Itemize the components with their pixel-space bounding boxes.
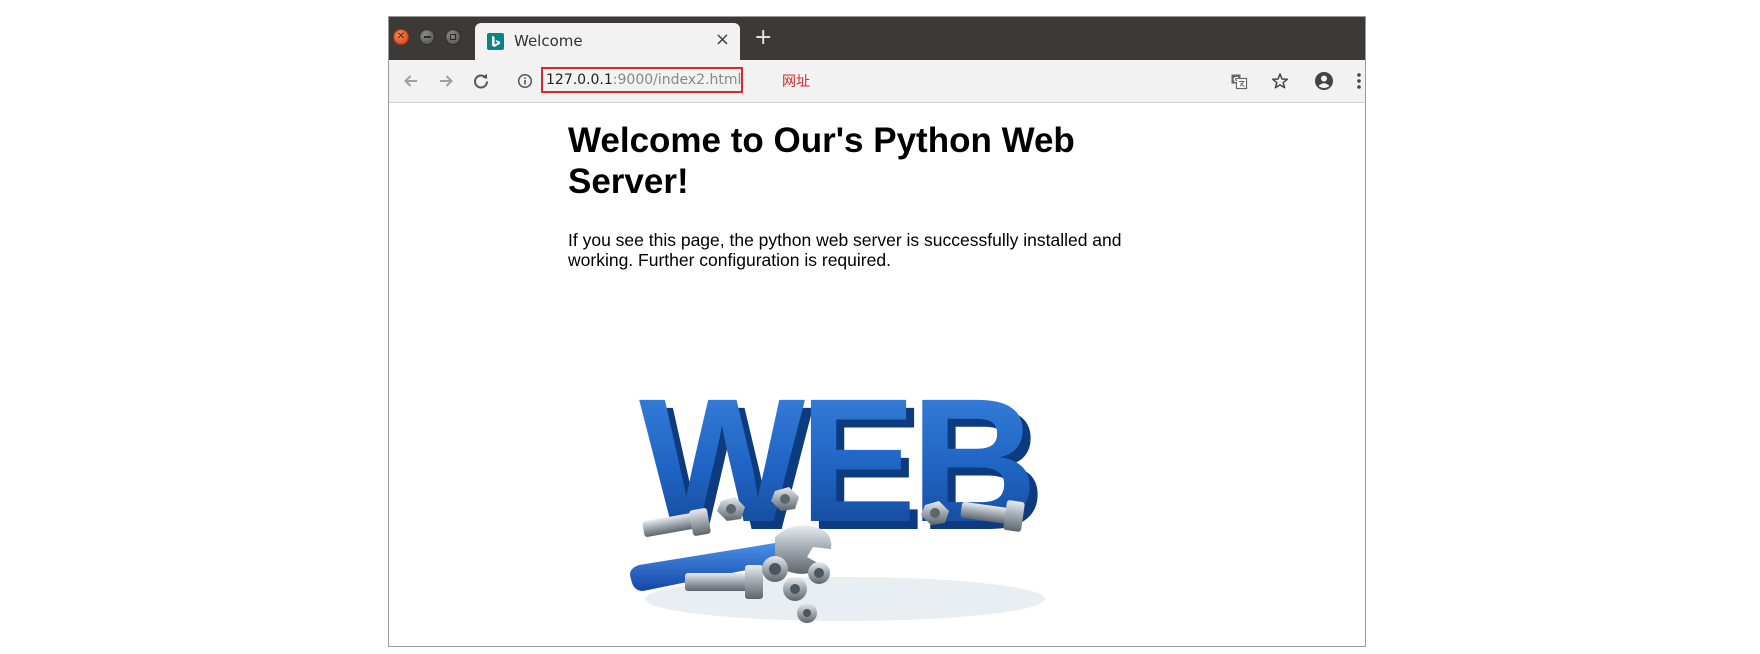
window-minimize-icon[interactable] (419, 29, 435, 45)
new-tab-button[interactable]: + (754, 27, 772, 49)
reload-icon[interactable] (471, 71, 491, 91)
account-icon[interactable] (1314, 71, 1334, 91)
title-bar: ✕ Welcome × + (389, 17, 1365, 60)
window-maximize-icon[interactable] (445, 29, 461, 45)
arrow-left-icon[interactable] (401, 71, 421, 91)
url-host: 127.0.0.1 (546, 72, 613, 88)
tab-title: Welcome (514, 32, 583, 50)
tab-welcome[interactable]: Welcome × (475, 23, 740, 60)
translate-icon[interactable]: G (1229, 71, 1249, 91)
page-content: Welcome to Our's Python Web Server! If y… (389, 103, 1365, 646)
browser-window: ✕ Welcome × + 127.0.0.1:9000/index2.html… (388, 16, 1366, 647)
window-close-icon[interactable]: ✕ (393, 29, 409, 45)
address-bar[interactable]: 127.0.0.1:9000/index2.html (541, 67, 743, 93)
kebab-menu-icon[interactable] (1349, 71, 1365, 91)
star-icon[interactable] (1270, 71, 1290, 91)
svg-text:G: G (1233, 76, 1239, 84)
web-tools-image: WEB WEB (625, 351, 1065, 636)
arrow-right-icon[interactable] (436, 71, 456, 91)
page-title: Welcome to Our's Python Web Server! (568, 121, 1075, 201)
navigation-toolbar: 127.0.0.1:9000/index2.html 网址 G (389, 60, 1365, 103)
url-path: :9000/index2.html (612, 72, 742, 88)
info-icon[interactable] (515, 71, 535, 91)
bing-icon (487, 33, 504, 50)
page-paragraph: If you see this page, the python web ser… (568, 230, 1122, 270)
screenshot-stage: ✕ Welcome × + 127.0.0.1:9000/index2.html… (0, 0, 1760, 654)
tab-close-icon[interactable]: × (715, 31, 730, 49)
url-annotation: 网址 (782, 74, 810, 90)
